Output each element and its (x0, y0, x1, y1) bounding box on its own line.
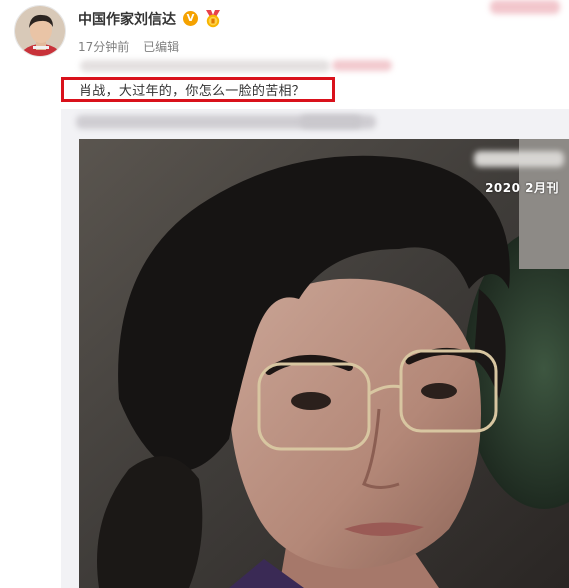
portrait-image (79, 139, 569, 588)
edited-label: 已编辑 (143, 40, 180, 54)
avatar-image (15, 6, 65, 56)
photo-caption: 2020 2月刊 (485, 181, 559, 195)
blurred-text (80, 60, 330, 72)
blurred-logo (474, 151, 564, 167)
verified-badge-icon: V (183, 11, 198, 26)
medal-icon[interactable] (203, 9, 223, 28)
blurred-text (300, 115, 362, 128)
post-text: 肖战，大过年的，你怎么一脸的苦相？ (79, 84, 306, 99)
post-meta: 17分钟前 已编辑 (78, 38, 179, 55)
blurred-text (332, 60, 392, 71)
post-time[interactable]: 17分钟前 (78, 40, 129, 54)
avatar[interactable] (14, 5, 66, 57)
blurred-text (490, 0, 560, 14)
weibo-post: 中国作家刘信达 V 17分钟前 已编辑 肖战，大过年的，你怎么一脸的苦相？ 20… (0, 0, 569, 588)
repost-photo[interactable]: 2020 2月刊 (79, 139, 569, 588)
author-name[interactable]: 中国作家刘信达 (78, 9, 176, 29)
